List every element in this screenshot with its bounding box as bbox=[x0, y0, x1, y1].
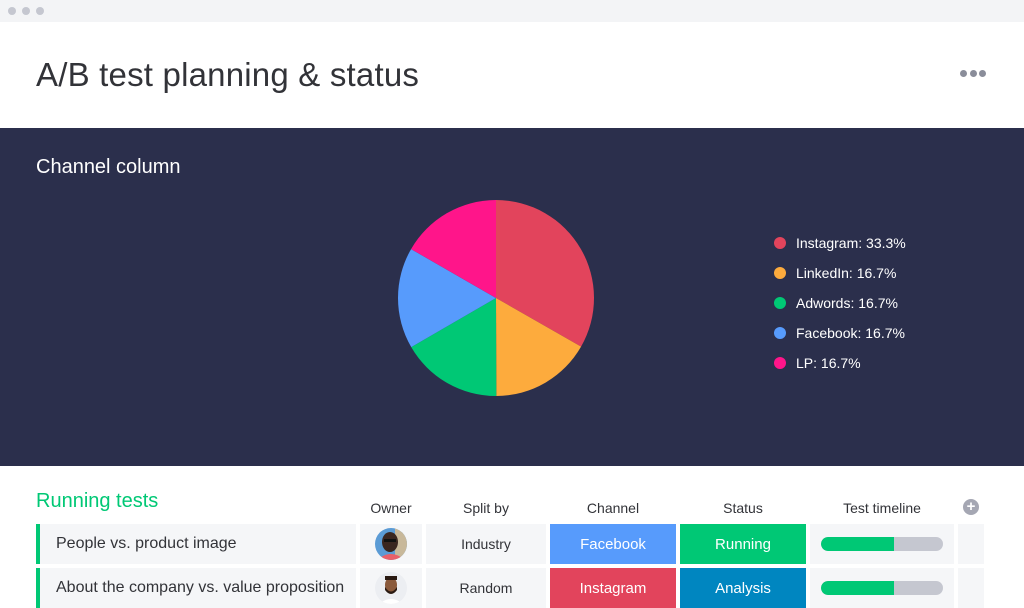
split-by-value: Random bbox=[459, 580, 513, 596]
page-header: A/B test planning & status bbox=[0, 22, 1024, 128]
page-title: A/B test planning & status bbox=[36, 56, 420, 93]
timeline-cell[interactable] bbox=[810, 524, 954, 564]
window-dot-icon bbox=[36, 7, 44, 15]
status-label: Running bbox=[715, 535, 771, 553]
legend-label: Facebook: 16.7% bbox=[796, 325, 905, 341]
legend-dot-icon bbox=[774, 237, 786, 249]
chart-panel: Channel column Instagram: 33.3% LinkedIn:… bbox=[0, 128, 1024, 466]
legend-dot-icon bbox=[774, 267, 786, 279]
more-horizontal-icon[interactable] bbox=[960, 70, 986, 78]
channel-label: Instagram bbox=[579, 579, 647, 597]
legend-label: LinkedIn: 16.7% bbox=[796, 265, 897, 281]
split-by-cell[interactable]: Industry bbox=[426, 524, 546, 564]
window-dot-icon bbox=[8, 7, 16, 15]
status-cell[interactable]: Running bbox=[680, 524, 806, 564]
legend-item-linkedin[interactable]: LinkedIn: 16.7% bbox=[774, 258, 906, 288]
column-header-channel[interactable]: Channel bbox=[550, 500, 676, 516]
plus-circle-icon[interactable]: + bbox=[963, 499, 979, 515]
legend-item-facebook[interactable]: Facebook: 16.7% bbox=[774, 318, 906, 348]
timeline-progress-fill bbox=[821, 537, 895, 551]
legend-label: Adwords: 16.7% bbox=[796, 295, 898, 311]
status-cell[interactable]: Analysis bbox=[680, 568, 806, 608]
legend-item-instagram[interactable]: Instagram: 33.3% bbox=[774, 228, 906, 258]
column-header-owner[interactable]: Owner bbox=[360, 500, 422, 516]
timeline-progress-fill bbox=[821, 581, 895, 595]
item-name: People vs. product image bbox=[56, 535, 237, 552]
chart-legend: Instagram: 33.3% LinkedIn: 16.7% Adwords: … bbox=[774, 228, 906, 378]
item-name-cell[interactable]: People vs. product image bbox=[36, 524, 356, 564]
legend-label: Instagram: 33.3% bbox=[796, 235, 906, 251]
legend-dot-icon bbox=[774, 327, 786, 339]
chart-title: Channel column bbox=[36, 156, 181, 178]
status-label: Analysis bbox=[715, 579, 771, 597]
avatar[interactable] bbox=[375, 528, 407, 560]
owner-cell[interactable] bbox=[360, 568, 422, 608]
column-header-status[interactable]: Status bbox=[680, 500, 806, 516]
pie-chart bbox=[398, 200, 594, 396]
timeline-bar[interactable] bbox=[821, 581, 943, 595]
legend-item-lp[interactable]: LP: 16.7% bbox=[774, 348, 906, 378]
column-header-test-timeline[interactable]: Test timeline bbox=[810, 500, 954, 516]
table-row[interactable]: About the company vs. value proposition … bbox=[36, 568, 984, 608]
group-title[interactable]: Running tests bbox=[36, 490, 158, 513]
legend-item-adwords[interactable]: Adwords: 16.7% bbox=[774, 288, 906, 318]
window-dot-icon bbox=[22, 7, 30, 15]
timeline-cell[interactable] bbox=[810, 568, 954, 608]
item-name-cell[interactable]: About the company vs. value proposition bbox=[36, 568, 356, 608]
legend-dot-icon bbox=[774, 297, 786, 309]
empty-cell bbox=[958, 524, 984, 564]
split-by-value: Industry bbox=[461, 536, 511, 552]
timeline-bar[interactable] bbox=[821, 537, 943, 551]
avatar[interactable] bbox=[375, 572, 407, 604]
channel-cell[interactable]: Facebook bbox=[550, 524, 676, 564]
channel-cell[interactable]: Instagram bbox=[550, 568, 676, 608]
item-name: About the company vs. value proposition bbox=[56, 579, 345, 596]
split-by-cell[interactable]: Random bbox=[426, 568, 546, 608]
window-titlebar bbox=[0, 0, 1024, 22]
empty-cell bbox=[958, 568, 984, 608]
owner-cell[interactable] bbox=[360, 524, 422, 564]
table-row[interactable]: People vs. product image Industry Facebo… bbox=[36, 524, 984, 564]
board-group: Running tests Owner Split by Channel Sta… bbox=[0, 466, 1024, 608]
channel-label: Facebook bbox=[580, 535, 646, 553]
legend-label: LP: 16.7% bbox=[796, 355, 861, 371]
legend-dot-icon bbox=[774, 357, 786, 369]
column-header-split-by[interactable]: Split by bbox=[426, 500, 546, 516]
